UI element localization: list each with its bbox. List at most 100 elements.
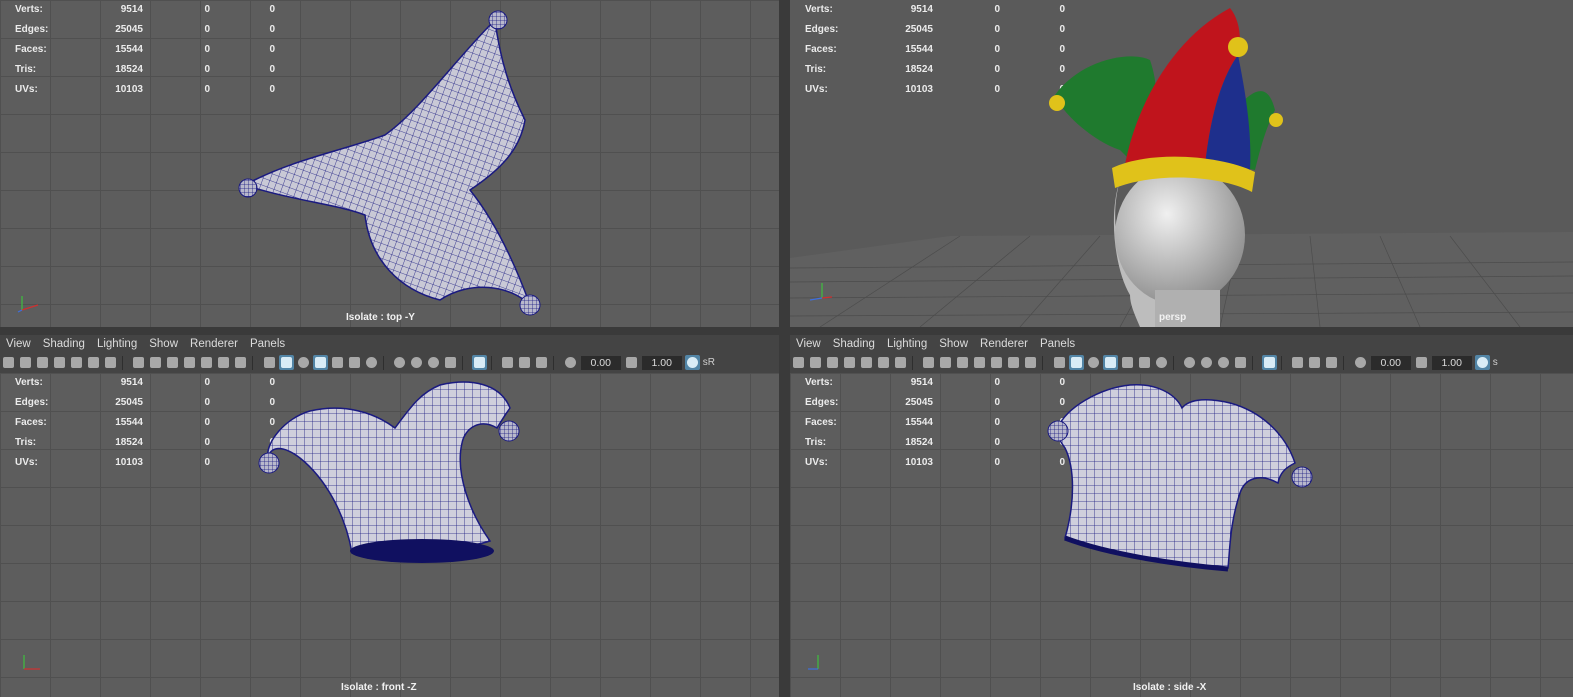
- xray-active-components-icon[interactable]: [517, 355, 532, 370]
- gamma-icon[interactable]: [624, 355, 639, 370]
- camera-icon[interactable]: [1, 355, 16, 370]
- textured-icon[interactable]: [330, 355, 345, 370]
- screen-space-ao-icon[interactable]: [1182, 355, 1197, 370]
- colorspace-label[interactable]: sR: [703, 353, 715, 373]
- wireframe-icon[interactable]: [1052, 355, 1067, 370]
- use-all-lights-icon[interactable]: [1137, 355, 1152, 370]
- gate-mask-icon[interactable]: [182, 355, 197, 370]
- safe-action-icon[interactable]: [1006, 355, 1021, 370]
- viewport-front[interactable]: Verts: 9514 0 0 Edges: 25045 0 0 Faces: 15544 0 0…: [0, 373, 779, 697]
- smooth-shade-icon[interactable]: [1068, 355, 1084, 370]
- grease-pencil-icon[interactable]: [876, 355, 891, 370]
- menu-show[interactable]: Show: [933, 335, 974, 353]
- isolate-select-icon[interactable]: [471, 355, 487, 370]
- grid-toggle-icon[interactable]: [103, 355, 118, 370]
- 2d-pan-zoom-icon[interactable]: [69, 355, 84, 370]
- gamma-icon[interactable]: [1414, 355, 1429, 370]
- viewport-side[interactable]: Verts:951400 Edges:2504500 Faces:1554400…: [790, 373, 1573, 697]
- color-management-icon[interactable]: [684, 355, 700, 370]
- exposure-field[interactable]: 0.00: [1370, 356, 1411, 370]
- shadows-icon[interactable]: [1154, 355, 1169, 370]
- exposure-field[interactable]: 0.00: [580, 356, 621, 370]
- menu-renderer[interactable]: Renderer: [974, 335, 1034, 353]
- image-plane-icon[interactable]: [52, 355, 67, 370]
- viewport-caption: Isolate : front -Z: [341, 682, 417, 693]
- menu-lighting[interactable]: Lighting: [881, 335, 933, 353]
- menu-shading[interactable]: Shading: [827, 335, 881, 353]
- default-material-icon[interactable]: [296, 355, 311, 370]
- depth-of-field-icon[interactable]: [443, 355, 458, 370]
- shadows-icon[interactable]: [364, 355, 379, 370]
- gate-mask-icon[interactable]: [972, 355, 987, 370]
- anti-aliasing-icon[interactable]: [426, 355, 441, 370]
- colorspace-label[interactable]: s: [1493, 353, 1498, 373]
- exposure-icon[interactable]: [1353, 355, 1368, 370]
- grid-icon[interactable]: [921, 355, 936, 370]
- jester-hat-wireframe-side[interactable]: [790, 373, 1573, 697]
- menu-lighting[interactable]: Lighting: [91, 335, 143, 353]
- gamma-field[interactable]: 1.00: [641, 356, 682, 370]
- xray-active-components-icon[interactable]: [1307, 355, 1322, 370]
- resolution-gate-icon[interactable]: [165, 355, 180, 370]
- xray-joints-icon[interactable]: [1324, 355, 1339, 370]
- camera-attributes-icon[interactable]: [18, 355, 33, 370]
- safe-action-icon[interactable]: [216, 355, 231, 370]
- field-chart-icon[interactable]: [989, 355, 1004, 370]
- use-all-lights-icon[interactable]: [347, 355, 362, 370]
- resolution-gate-icon[interactable]: [955, 355, 970, 370]
- wireframe-icon[interactable]: [262, 355, 277, 370]
- gamma-field[interactable]: 1.00: [1431, 356, 1472, 370]
- panel-toolbar: 0.00 1.00 s: [790, 353, 1573, 373]
- anti-aliasing-icon[interactable]: [1216, 355, 1231, 370]
- camera-attributes-icon[interactable]: [808, 355, 823, 370]
- grid-toggle-icon[interactable]: [893, 355, 908, 370]
- motion-blur-icon[interactable]: [1199, 355, 1214, 370]
- camera-icon[interactable]: [791, 355, 806, 370]
- pane-divider[interactable]: [779, 0, 790, 697]
- motion-blur-icon[interactable]: [409, 355, 424, 370]
- color-management-icon[interactable]: [1474, 355, 1490, 370]
- grid-icon[interactable]: [131, 355, 146, 370]
- bookmark-icon[interactable]: [35, 355, 50, 370]
- depth-of-field-icon[interactable]: [1233, 355, 1248, 370]
- jester-hat-wireframe-top[interactable]: [0, 0, 779, 327]
- axis-gizmo: [808, 655, 819, 670]
- menu-shading[interactable]: Shading: [37, 335, 91, 353]
- xray-icon[interactable]: [500, 355, 515, 370]
- panel-toolbar: 0.00 1.00 sR: [0, 353, 779, 373]
- grease-pencil-icon[interactable]: [86, 355, 101, 370]
- xray-icon[interactable]: [1290, 355, 1305, 370]
- safe-title-icon[interactable]: [233, 355, 248, 370]
- viewport-persp[interactable]: Verts: 9514 0 0 Edges: 25045 0 0 Faces: 15544 0 0…: [790, 0, 1573, 327]
- film-gate-icon[interactable]: [148, 355, 163, 370]
- film-gate-icon[interactable]: [938, 355, 953, 370]
- pane-divider[interactable]: [0, 327, 1573, 335]
- textured-icon[interactable]: [1120, 355, 1135, 370]
- viewport-top[interactable]: Verts: 9514 0 0 Edges: 25045 0 0 Faces: 15544 0 0…: [0, 0, 779, 327]
- default-material-icon[interactable]: [1086, 355, 1101, 370]
- 2d-pan-zoom-icon[interactable]: [859, 355, 874, 370]
- panel-menubar: View Shading Lighting Show Renderer Panels: [790, 335, 1573, 353]
- field-chart-icon[interactable]: [199, 355, 214, 370]
- menu-renderer[interactable]: Renderer: [184, 335, 244, 353]
- image-plane-icon[interactable]: [842, 355, 857, 370]
- jester-hat-wireframe-front[interactable]: [0, 373, 779, 697]
- bookmark-icon[interactable]: [825, 355, 840, 370]
- menu-view[interactable]: View: [0, 335, 37, 353]
- screen-space-ao-icon[interactable]: [392, 355, 407, 370]
- safe-title-icon[interactable]: [1023, 355, 1038, 370]
- menu-panels[interactable]: Panels: [244, 335, 291, 353]
- menu-show[interactable]: Show: [143, 335, 184, 353]
- exposure-icon[interactable]: [563, 355, 578, 370]
- viewport-caption: Isolate : side -X: [1133, 682, 1207, 693]
- jester-hat-on-head-render[interactable]: [790, 0, 1573, 327]
- wireframe-on-shaded-icon[interactable]: [1102, 355, 1118, 370]
- viewport-caption: Isolate : top -Y: [346, 312, 415, 323]
- menu-panels[interactable]: Panels: [1034, 335, 1081, 353]
- axis-gizmo: [23, 655, 40, 670]
- menu-view[interactable]: View: [790, 335, 827, 353]
- smooth-shade-icon[interactable]: [278, 355, 294, 370]
- wireframe-on-shaded-icon[interactable]: [312, 355, 328, 370]
- isolate-select-icon[interactable]: [1261, 355, 1277, 370]
- xray-joints-icon[interactable]: [534, 355, 549, 370]
